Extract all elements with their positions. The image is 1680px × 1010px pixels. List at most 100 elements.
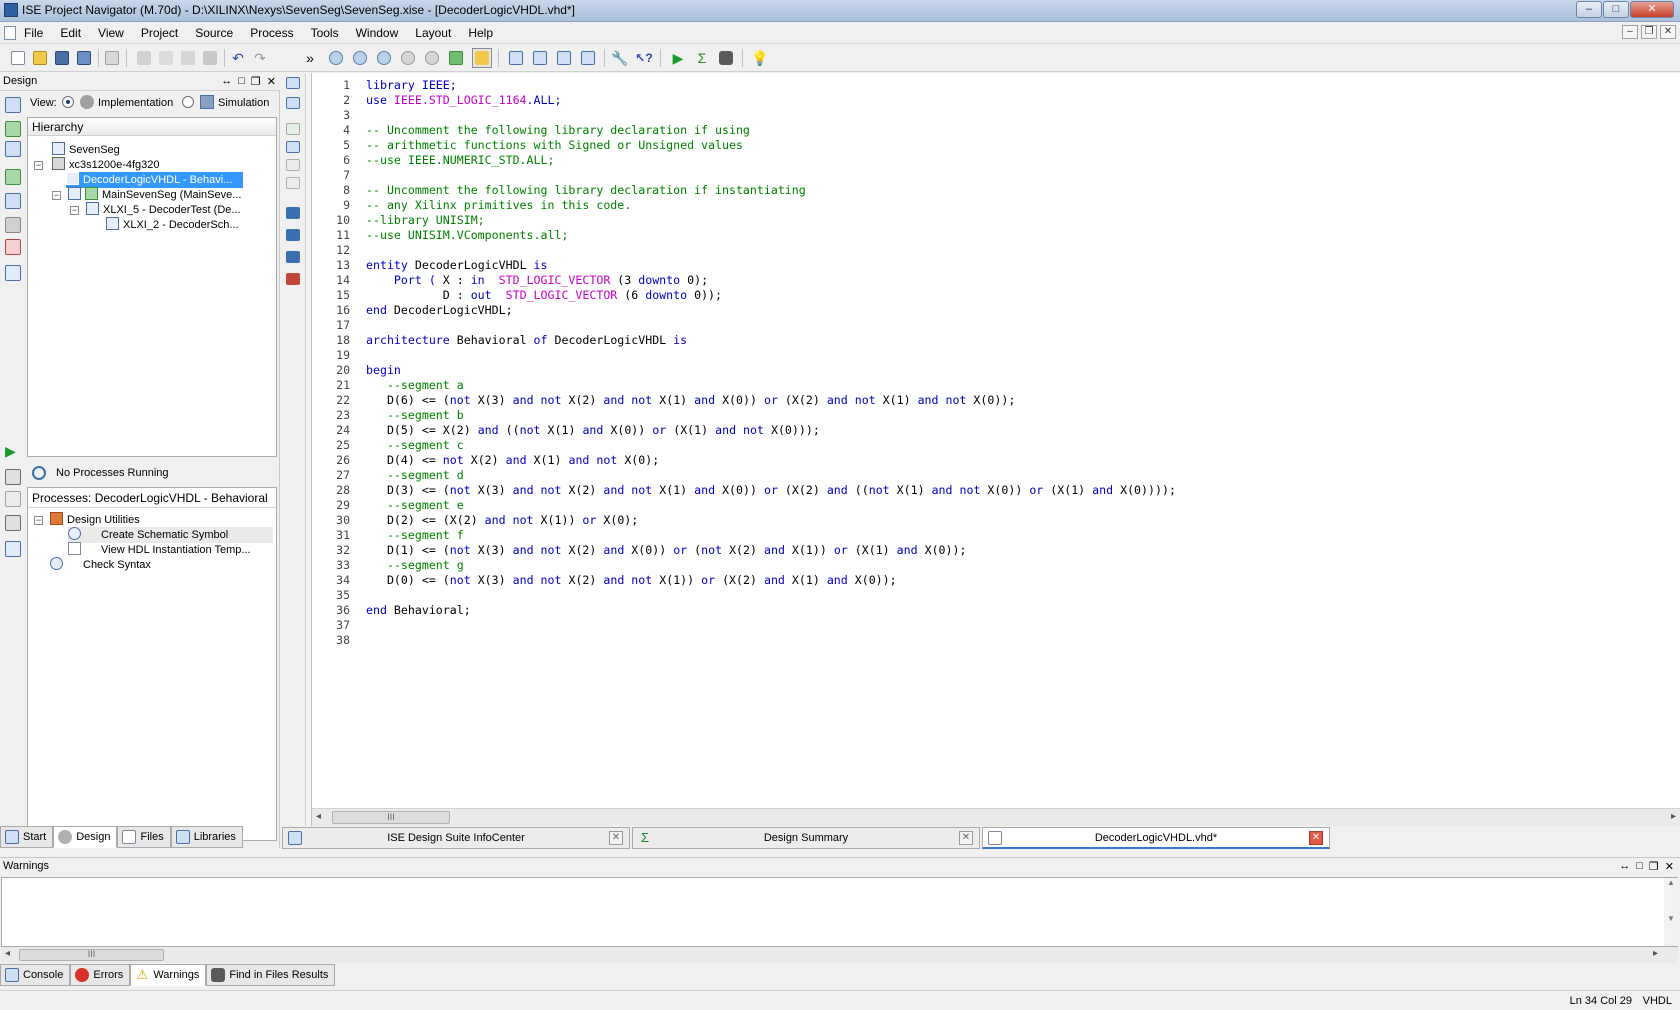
tab-libraries[interactable]: Libraries [170,826,243,848]
tab-decoder-vhd[interactable]: DecoderLogicVHDL.vhd* ✕ [982,827,1330,849]
code-line[interactable]: --segment a [366,377,464,393]
menu-layout[interactable]: Layout [415,26,460,40]
warnings-scroll-thumb[interactable]: III [19,949,164,961]
stop-icon[interactable] [5,515,21,531]
code-line[interactable]: --segment e [366,497,464,513]
process-view-hdl-template[interactable]: View HDL Instantiation Temp... [68,542,251,558]
process-design-utilities[interactable]: Design Utilities [50,512,140,528]
sigma-icon[interactable]: Σ [692,48,712,68]
code-line[interactable]: --segment g [366,557,464,573]
menu-window[interactable]: Window [356,26,408,40]
close-button[interactable]: ✕ [1630,1,1674,18]
zoom-out-icon[interactable] [350,48,370,68]
scroll-right-icon[interactable]: ▸ [1653,948,1658,959]
mdi-restore-button[interactable]: ❐ [1641,25,1657,39]
code-line[interactable]: D(1) <= (not X(3) and not X(2) and X(0))… [366,542,967,558]
tree-item-project[interactable]: SevenSeg [52,142,120,158]
redo-icon[interactable]: ↷ [250,48,270,68]
new-source-icon[interactable] [5,141,21,157]
source-properties-icon[interactable] [5,193,21,209]
tree-collapse-icon[interactable]: − [52,191,61,200]
language-template-icon[interactable] [286,229,300,241]
toolbar-overflow[interactable]: » [300,48,320,68]
hierarchy-icon[interactable] [5,169,21,185]
code-line[interactable]: --use UNISIM.VComponents.all; [366,227,568,243]
cascade-icon[interactable] [506,48,526,68]
code-line[interactable]: D(2) <= (X(2) and not X(1)) or X(0); [366,512,638,528]
remove-template-icon[interactable] [286,273,300,285]
scroll-right-icon[interactable]: ▸ [1671,811,1676,822]
next-bookmark-icon[interactable] [286,177,300,189]
toggle-bookmark-icon[interactable] [286,159,300,171]
cut-icon[interactable] [134,48,154,68]
code-line[interactable]: --library UNISIM; [366,212,485,228]
code-line[interactable]: Port ( X : in STD_LOGIC_VECTOR (3 downto… [366,272,708,288]
tree-item-main-sevenseg[interactable]: MainSevenSeg (MainSeve... [68,187,241,203]
outdent-icon[interactable] [286,97,300,109]
print-icon[interactable] [102,48,122,68]
panel-icon[interactable] [5,265,21,281]
simulation-radio[interactable] [182,96,194,108]
zoom-in-icon[interactable] [326,48,346,68]
code-line[interactable]: --segment d [366,467,464,483]
help-pointer-icon[interactable]: ↖? [634,48,654,68]
tab-start[interactable]: Start [0,826,54,848]
maximize-panel-icon[interactable]: □ [238,75,245,88]
code-line[interactable]: -- arithmetic functions with Signed or U… [366,137,743,153]
code-line[interactable]: -- Uncomment the following library decla… [366,182,806,198]
tab-files[interactable]: Files [117,826,171,848]
tab-errors[interactable]: Errors [70,964,131,986]
add-source-icon[interactable] [5,97,21,113]
module-view-icon[interactable] [5,239,21,255]
wrench-icon[interactable]: 🔧 [610,48,630,68]
scroll-left-icon[interactable]: ◂ [316,811,321,822]
open-folder-icon[interactable] [30,48,50,68]
menu-view[interactable]: View [98,26,133,40]
save-all-icon[interactable] [74,48,94,68]
code-line[interactable]: end Behavioral; [366,602,471,618]
process-check-syntax[interactable]: Check Syntax [50,557,151,573]
scroll-left-icon[interactable]: ◂ [5,948,10,959]
tile-vertical-icon[interactable] [554,48,574,68]
undo-icon[interactable]: ↶ [228,48,248,68]
tree-item-decoder-vhdl[interactable]: DecoderLogicVHDL - Behavi... [66,172,243,188]
tree-item-xlxi5[interactable]: XLXI_5 - DecoderTest (De... [86,202,241,218]
editor-horizontal-scrollbar[interactable]: ◂ III ▸ [312,808,1680,826]
mdi-minimize-button[interactable]: – [1622,25,1638,39]
save-icon[interactable] [52,48,72,68]
tab-warnings[interactable]: ⚠ Warnings [130,964,207,986]
warnings-vertical-scrollbar[interactable]: ▲ ▼ [1664,878,1678,946]
add-copy-source-icon[interactable] [5,121,21,137]
maximize-button[interactable]: □ [1603,1,1629,18]
code-line[interactable]: D(0) <= (not X(3) and not X(2) and not X… [366,572,897,588]
close-tab-icon[interactable]: ✕ [959,831,973,845]
new-file-icon[interactable] [8,48,28,68]
comment-icon[interactable] [286,123,300,135]
menu-file[interactable]: File [24,26,52,40]
menu-project[interactable]: Project [141,26,187,40]
process-panel-icon[interactable] [5,541,21,557]
document-icon[interactable] [4,26,16,40]
menu-source[interactable]: Source [195,26,242,40]
tree-collapse-icon[interactable]: − [34,161,43,170]
remove-source-icon[interactable] [5,217,21,233]
tree-collapse-icon[interactable]: − [34,516,43,525]
tree-collapse-icon[interactable]: − [70,206,79,215]
telescope-icon[interactable] [716,48,736,68]
tab-design[interactable]: Design [53,826,118,848]
paste-icon[interactable] [178,48,198,68]
editor-scroll-thumb[interactable]: III [332,811,450,824]
tile-horizontal-icon[interactable] [530,48,550,68]
code-line[interactable]: D(6) <= (not X(3) and not X(2) and not X… [366,392,1015,408]
process-create-schematic-symbol[interactable]: Create Schematic Symbol [68,527,273,543]
warnings-list[interactable] [1,877,1678,947]
code-line[interactable]: end DecoderLogicVHDL; [366,302,513,318]
tab-design-summary[interactable]: Σ Design Summary ✕ [632,827,980,849]
code-line[interactable]: -- Uncomment the following library decla… [366,122,750,138]
zoom-area-icon[interactable] [398,48,418,68]
code-line[interactable]: D(5) <= X(2) and ((not X(1) and X(0)) or… [366,422,820,438]
restore-panel-icon[interactable]: ❐ [1649,860,1659,873]
tab-console[interactable]: Console [0,964,71,986]
edit-mode-icon[interactable] [472,48,492,68]
run-icon[interactable]: ▶ [668,48,688,68]
